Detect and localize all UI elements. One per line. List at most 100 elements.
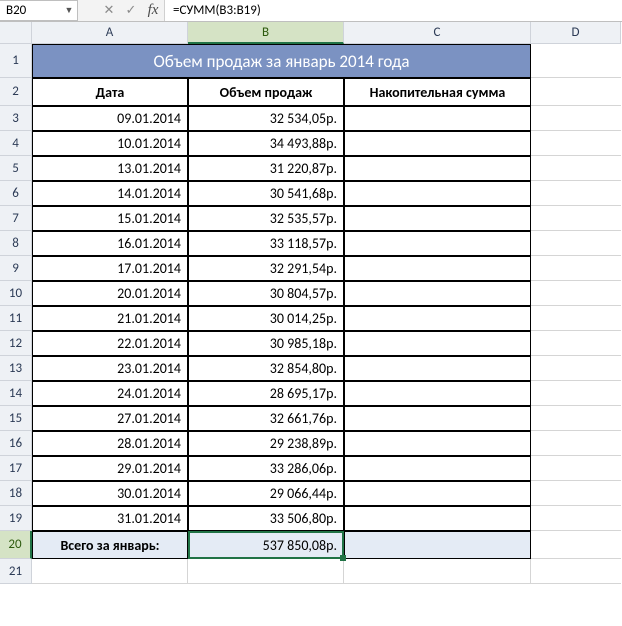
table-row[interactable]: 32 534,05р. <box>188 106 344 131</box>
cell-D8[interactable] <box>531 231 621 256</box>
table-row[interactable]: 14.01.2014 <box>32 181 188 206</box>
cell-C21[interactable] <box>344 559 531 584</box>
table-row[interactable]: 20.01.2014 <box>32 281 188 306</box>
formula-input[interactable]: =СУММ(B3:B19) <box>164 0 622 21</box>
cell-D11[interactable] <box>531 306 621 331</box>
table-row[interactable]: 30 804,57р. <box>188 281 344 306</box>
table-row[interactable]: 30 985,18р. <box>188 331 344 356</box>
table-row[interactable]: 29 066,44р. <box>188 481 344 506</box>
row-head-2[interactable]: 2 <box>0 78 32 106</box>
table-row[interactable] <box>344 456 531 481</box>
row-head-13[interactable]: 13 <box>0 356 32 381</box>
cell-D5[interactable] <box>531 156 621 181</box>
table-row[interactable]: 30.01.2014 <box>32 481 188 506</box>
table-row[interactable] <box>344 306 531 331</box>
row-head-6[interactable]: 6 <box>0 181 32 206</box>
cell-D19[interactable] <box>531 506 621 531</box>
cell-D2[interactable] <box>531 78 621 106</box>
table-row[interactable]: 09.01.2014 <box>32 106 188 131</box>
total-amount[interactable]: 537 850,08р. <box>188 531 344 559</box>
cell-D1[interactable] <box>531 44 621 78</box>
table-row[interactable] <box>344 156 531 181</box>
cell-D21[interactable] <box>531 559 621 584</box>
table-row[interactable]: 22.01.2014 <box>32 331 188 356</box>
cell-D17[interactable] <box>531 456 621 481</box>
table-row[interactable]: 16.01.2014 <box>32 231 188 256</box>
table-row[interactable]: 28 695,17р. <box>188 381 344 406</box>
table-row[interactable]: 32 854,80р. <box>188 356 344 381</box>
spreadsheet-grid[interactable]: A B C D 1 Объем продаж за январь 2014 го… <box>0 22 622 584</box>
th-cumulative[interactable]: Накопительная сумма <box>344 78 531 106</box>
cell-D3[interactable] <box>531 106 621 131</box>
table-row[interactable]: 30 014,25р. <box>188 306 344 331</box>
cancel-icon[interactable]: ✕ <box>98 0 120 21</box>
cell-D10[interactable] <box>531 281 621 306</box>
row-head-1[interactable]: 1 <box>0 44 32 78</box>
row-head-20[interactable]: 20 <box>0 531 32 559</box>
row-head-4[interactable]: 4 <box>0 131 32 156</box>
table-row[interactable]: 33 506,80р. <box>188 506 344 531</box>
table-row[interactable] <box>344 281 531 306</box>
row-head-17[interactable]: 17 <box>0 456 32 481</box>
table-row[interactable]: 32 291,54р. <box>188 256 344 281</box>
cell-D18[interactable] <box>531 481 621 506</box>
table-row[interactable]: 33 118,57р. <box>188 231 344 256</box>
cell-D16[interactable] <box>531 431 621 456</box>
table-row[interactable] <box>344 481 531 506</box>
cell-D12[interactable] <box>531 331 621 356</box>
table-row[interactable] <box>344 131 531 156</box>
table-row[interactable]: 32 535,57р. <box>188 206 344 231</box>
th-amount[interactable]: Объем продаж <box>188 78 344 106</box>
select-all-corner[interactable] <box>0 22 32 44</box>
table-row[interactable] <box>344 406 531 431</box>
table-row[interactable] <box>344 181 531 206</box>
row-head-19[interactable]: 19 <box>0 506 32 531</box>
table-row[interactable] <box>344 431 531 456</box>
total-label[interactable]: Всего за январь: <box>32 531 188 559</box>
cell-D4[interactable] <box>531 131 621 156</box>
row-head-14[interactable]: 14 <box>0 381 32 406</box>
row-head-11[interactable]: 11 <box>0 306 32 331</box>
table-row[interactable] <box>344 256 531 281</box>
row-head-18[interactable]: 18 <box>0 481 32 506</box>
cell-B21[interactable] <box>188 559 344 584</box>
row-head-8[interactable]: 8 <box>0 231 32 256</box>
table-row[interactable] <box>344 381 531 406</box>
row-head-15[interactable]: 15 <box>0 406 32 431</box>
row-head-5[interactable]: 5 <box>0 156 32 181</box>
name-box[interactable]: B20 ▼ <box>0 0 78 21</box>
table-row[interactable]: 17.01.2014 <box>32 256 188 281</box>
table-row[interactable]: 21.01.2014 <box>32 306 188 331</box>
name-box-dropdown-icon[interactable]: ▼ <box>63 5 75 17</box>
col-head-B[interactable]: B <box>188 22 344 44</box>
col-head-D[interactable]: D <box>531 22 621 44</box>
row-head-3[interactable]: 3 <box>0 106 32 131</box>
cell-D14[interactable] <box>531 381 621 406</box>
table-row[interactable]: 27.01.2014 <box>32 406 188 431</box>
cell-D20[interactable] <box>531 531 621 559</box>
table-row[interactable] <box>344 356 531 381</box>
table-row[interactable]: 31 220,87р. <box>188 156 344 181</box>
table-row[interactable]: 34 493,88р. <box>188 131 344 156</box>
table-row[interactable]: 13.01.2014 <box>32 156 188 181</box>
table-row[interactable]: 23.01.2014 <box>32 356 188 381</box>
table-row[interactable] <box>344 231 531 256</box>
th-date[interactable]: Дата <box>32 78 188 106</box>
table-row[interactable]: 30 541,68р. <box>188 181 344 206</box>
table-row[interactable] <box>344 206 531 231</box>
cell-D6[interactable] <box>531 181 621 206</box>
table-row[interactable]: 15.01.2014 <box>32 206 188 231</box>
table-row[interactable]: 29 238,89р. <box>188 431 344 456</box>
row-head-10[interactable]: 10 <box>0 281 32 306</box>
total-cumulative[interactable] <box>344 531 531 559</box>
table-row[interactable]: 29.01.2014 <box>32 456 188 481</box>
cell-D15[interactable] <box>531 406 621 431</box>
cell-D7[interactable] <box>531 206 621 231</box>
enter-icon[interactable]: ✓ <box>120 0 142 21</box>
table-row[interactable] <box>344 506 531 531</box>
row-head-7[interactable]: 7 <box>0 206 32 231</box>
cell-A21[interactable] <box>32 559 188 584</box>
cell-D13[interactable] <box>531 356 621 381</box>
fill-handle[interactable] <box>340 555 346 561</box>
table-row[interactable]: 32 661,76р. <box>188 406 344 431</box>
